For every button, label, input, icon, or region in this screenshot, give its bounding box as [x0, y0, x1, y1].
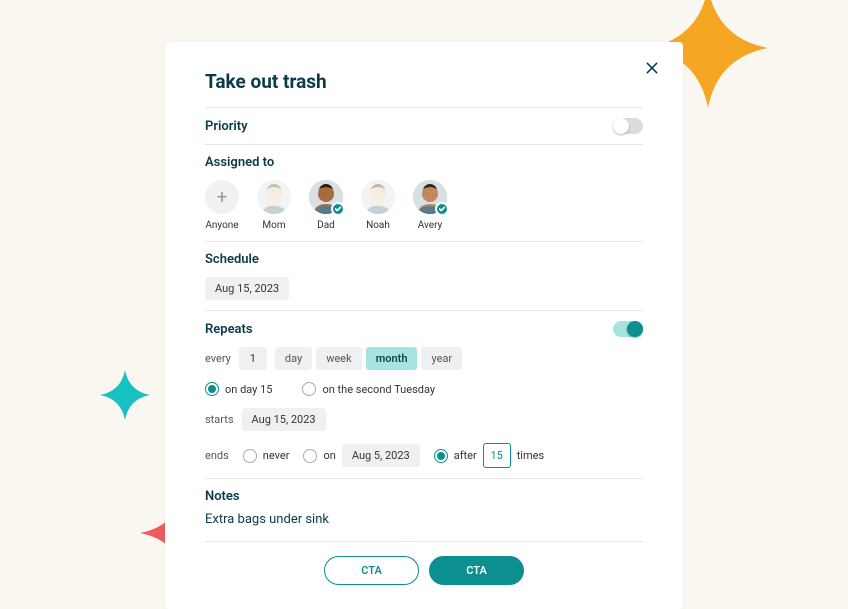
close-icon[interactable]: [645, 60, 663, 78]
radio-icon: [302, 382, 316, 396]
notes-text[interactable]: Extra bags under sink: [205, 512, 643, 527]
starts-date-chip[interactable]: Aug 15, 2023: [242, 408, 326, 431]
assignee-noah[interactable]: Noah: [361, 180, 395, 231]
priority-toggle[interactable]: [613, 118, 643, 134]
add-icon: +: [205, 180, 239, 214]
assignee-anyone[interactable]: + Anyone: [205, 180, 239, 231]
section-repeats: Repeats every 1 dayweekmonthyear on day …: [205, 310, 643, 468]
assignee-name: Mom: [262, 220, 285, 231]
section-assigned: Assigned to + Anyone Mom Dad Noah: [205, 144, 643, 231]
ends-never-option[interactable]: never: [243, 449, 290, 463]
section-notes: Notes Extra bags under sink: [205, 478, 643, 527]
avatar: [257, 180, 291, 214]
schedule-date-chip[interactable]: Aug 15, 2023: [205, 277, 289, 300]
repeats-label: Repeats: [205, 322, 253, 337]
ends-on-label: on: [323, 449, 335, 462]
ends-never-label: never: [263, 449, 290, 462]
unit-year[interactable]: year: [421, 347, 462, 370]
ends-after-count-input[interactable]: 15: [483, 443, 511, 468]
task-title: Take out trash: [205, 70, 643, 93]
assignee-name: Anyone: [205, 220, 238, 231]
monthly-option-1[interactable]: on the second Tuesday: [302, 382, 435, 396]
avatar: [361, 180, 395, 214]
monthly-option-label: on day 15: [225, 383, 272, 396]
assignee-name: Dad: [317, 220, 335, 231]
priority-label: Priority: [205, 119, 248, 134]
secondary-cta-button[interactable]: CTA: [324, 556, 419, 585]
dialog-actions: CTA CTA: [205, 541, 643, 585]
every-label: every: [205, 352, 231, 365]
section-schedule: Schedule Aug 15, 2023: [205, 241, 643, 300]
check-icon: [331, 202, 345, 216]
unit-month[interactable]: month: [366, 347, 418, 370]
schedule-label: Schedule: [205, 252, 259, 267]
starts-label: starts: [205, 413, 234, 426]
every-value-input[interactable]: 1: [239, 347, 267, 370]
radio-icon: [205, 382, 219, 396]
assignee-mom[interactable]: Mom: [257, 180, 291, 231]
primary-cta-button[interactable]: CTA: [429, 556, 524, 585]
unit-day[interactable]: day: [275, 347, 312, 370]
assignee-name: Noah: [366, 220, 390, 231]
assignee-dad[interactable]: Dad: [309, 180, 343, 231]
task-dialog: Take out trash Priority Assigned to + Any…: [165, 42, 683, 609]
repeats-toggle[interactable]: [613, 321, 643, 337]
monthly-option-label: on the second Tuesday: [322, 383, 435, 396]
sparkle-decoration-teal: [100, 370, 150, 420]
assignee-avery[interactable]: Avery: [413, 180, 447, 231]
unit-week[interactable]: week: [316, 347, 362, 370]
ends-after-suffix: times: [517, 449, 544, 462]
avatar: [413, 180, 447, 214]
ends-on-option[interactable]: on Aug 5, 2023: [303, 444, 419, 467]
ends-after-label: after: [454, 449, 477, 462]
ends-label: ends: [205, 449, 229, 462]
monthly-option-0[interactable]: on day 15: [205, 382, 272, 396]
ends-on-date-chip[interactable]: Aug 5, 2023: [342, 444, 420, 467]
avatar: [309, 180, 343, 214]
section-priority: Priority: [205, 107, 643, 134]
check-icon: [435, 202, 449, 216]
ends-after-option[interactable]: after 15 times: [434, 443, 544, 468]
notes-label: Notes: [205, 489, 240, 504]
assignee-name: Avery: [418, 220, 443, 231]
assigned-label: Assigned to: [205, 155, 274, 170]
